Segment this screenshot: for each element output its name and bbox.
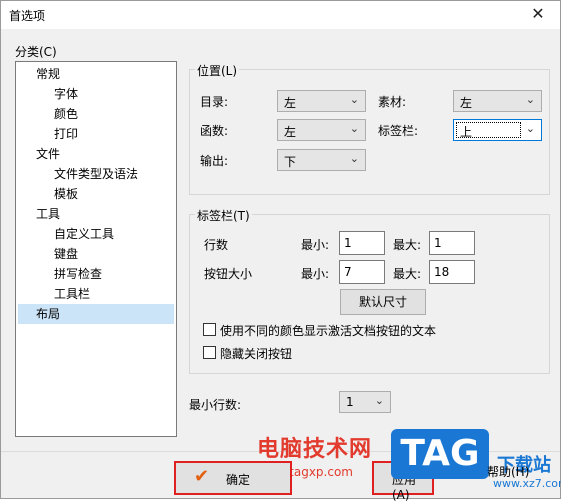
- output-value: 下: [284, 155, 297, 169]
- chevron-down-icon: ⌄: [349, 93, 359, 106]
- rows-max-value: 1: [434, 236, 442, 250]
- btnsize-min-value: 7: [344, 265, 352, 279]
- watermark-download-url: www.xz7.com: [493, 477, 561, 490]
- chevron-down-icon: ⌄: [349, 152, 359, 165]
- tree-item-font[interactable]: 字体: [54, 84, 78, 104]
- tree-item-file[interactable]: 文件: [36, 144, 60, 164]
- btnsize-label: 按钮大小: [204, 267, 253, 281]
- btnsize-max-label: 最大:: [393, 267, 422, 281]
- tabbar-position-label: 标签栏:: [378, 124, 419, 138]
- tabbar-position-value: 上: [460, 125, 473, 139]
- tree-item-keyboard[interactable]: 键盘: [54, 244, 78, 264]
- clip-value: 左: [460, 96, 473, 110]
- window-title: 首选项: [9, 9, 46, 23]
- tree-item-filetypes[interactable]: 文件类型及语法: [54, 164, 138, 184]
- tree-item-spellcheck[interactable]: 拼写检查: [54, 264, 102, 284]
- btnsize-max-input[interactable]: 18: [429, 260, 475, 284]
- btnsize-min-input[interactable]: 7: [339, 260, 385, 284]
- category-label: 分类(C): [13, 43, 59, 60]
- ok-button-label: 确定: [226, 473, 251, 487]
- rows-label: 行数: [204, 238, 229, 252]
- chevron-down-icon: ⌄: [525, 93, 535, 106]
- rows-max-label: 最大:: [393, 238, 422, 252]
- close-icon[interactable]: ✕: [516, 1, 560, 29]
- function-select[interactable]: 左 ⌄: [277, 119, 366, 141]
- btnsize-min-label: 最小:: [301, 267, 330, 281]
- btnsize-max-value: 18: [434, 265, 450, 279]
- ok-button[interactable]: ✔ 确定: [174, 461, 292, 495]
- preferences-dialog: 首选项 ✕ 分类(C) 常规 字体 颜色 打印 文件 文件类型及语法 模板 工具…: [0, 0, 561, 502]
- chevron-down-icon: ⌄: [349, 122, 359, 135]
- clip-select[interactable]: 左 ⌄: [453, 90, 542, 112]
- default-size-button[interactable]: 默认尺寸: [340, 289, 426, 315]
- tree-item-custom-tools[interactable]: 自定义工具: [54, 224, 114, 244]
- tabbar-legend: 标签栏(T): [195, 207, 252, 224]
- position-legend: 位置(L): [195, 62, 240, 79]
- tree-item-print[interactable]: 打印: [54, 124, 78, 144]
- watermark-site: 电脑技术网: [257, 437, 373, 462]
- chevron-down-icon: ⌄: [374, 394, 384, 407]
- chevron-down-icon: ⌄: [525, 122, 535, 135]
- min-rows-label: 最小行数:: [189, 398, 242, 412]
- min-rows-select[interactable]: 1 ⌄: [339, 391, 391, 413]
- colors-checkbox[interactable]: [203, 323, 216, 336]
- function-label: 函数:: [200, 124, 229, 138]
- tree-item-templates[interactable]: 模板: [54, 184, 78, 204]
- min-rows-value: 1: [346, 395, 354, 409]
- output-label: 输出:: [200, 154, 229, 168]
- rows-min-label: 最小:: [301, 238, 330, 252]
- tag-logo: TAG: [391, 429, 489, 479]
- tree-item-general[interactable]: 常规: [36, 64, 60, 84]
- title-bar: 首选项 ✕: [1, 1, 560, 29]
- rows-max-input[interactable]: 1: [429, 231, 475, 255]
- tabbar-position-select[interactable]: 上 ⌄: [453, 119, 542, 141]
- hide-close-checkbox-label: 隐藏关闭按钮: [220, 347, 293, 361]
- directory-value: 左: [284, 96, 297, 110]
- tree-item-toolbar[interactable]: 工具栏: [54, 284, 90, 304]
- check-icon: ✔: [194, 466, 210, 487]
- category-tree[interactable]: 常规 字体 颜色 打印 文件 文件类型及语法 模板 工具 自定义工具 键盘 拼写…: [15, 61, 177, 437]
- colors-checkbox-label: 使用不同的颜色显示激活文档按钮的文本: [220, 324, 437, 338]
- hide-close-checkbox[interactable]: [203, 346, 216, 359]
- tree-item-layout[interactable]: 布局: [18, 304, 174, 324]
- rows-min-input[interactable]: 1: [339, 231, 385, 255]
- tree-item-color[interactable]: 颜色: [54, 104, 78, 124]
- tree-item-tools[interactable]: 工具: [36, 204, 60, 224]
- rows-min-value: 1: [344, 236, 352, 250]
- function-value: 左: [284, 125, 297, 139]
- clip-label: 素材:: [378, 95, 407, 109]
- directory-label: 目录:: [200, 95, 229, 109]
- output-select[interactable]: 下 ⌄: [277, 149, 366, 171]
- directory-select[interactable]: 左 ⌄: [277, 90, 366, 112]
